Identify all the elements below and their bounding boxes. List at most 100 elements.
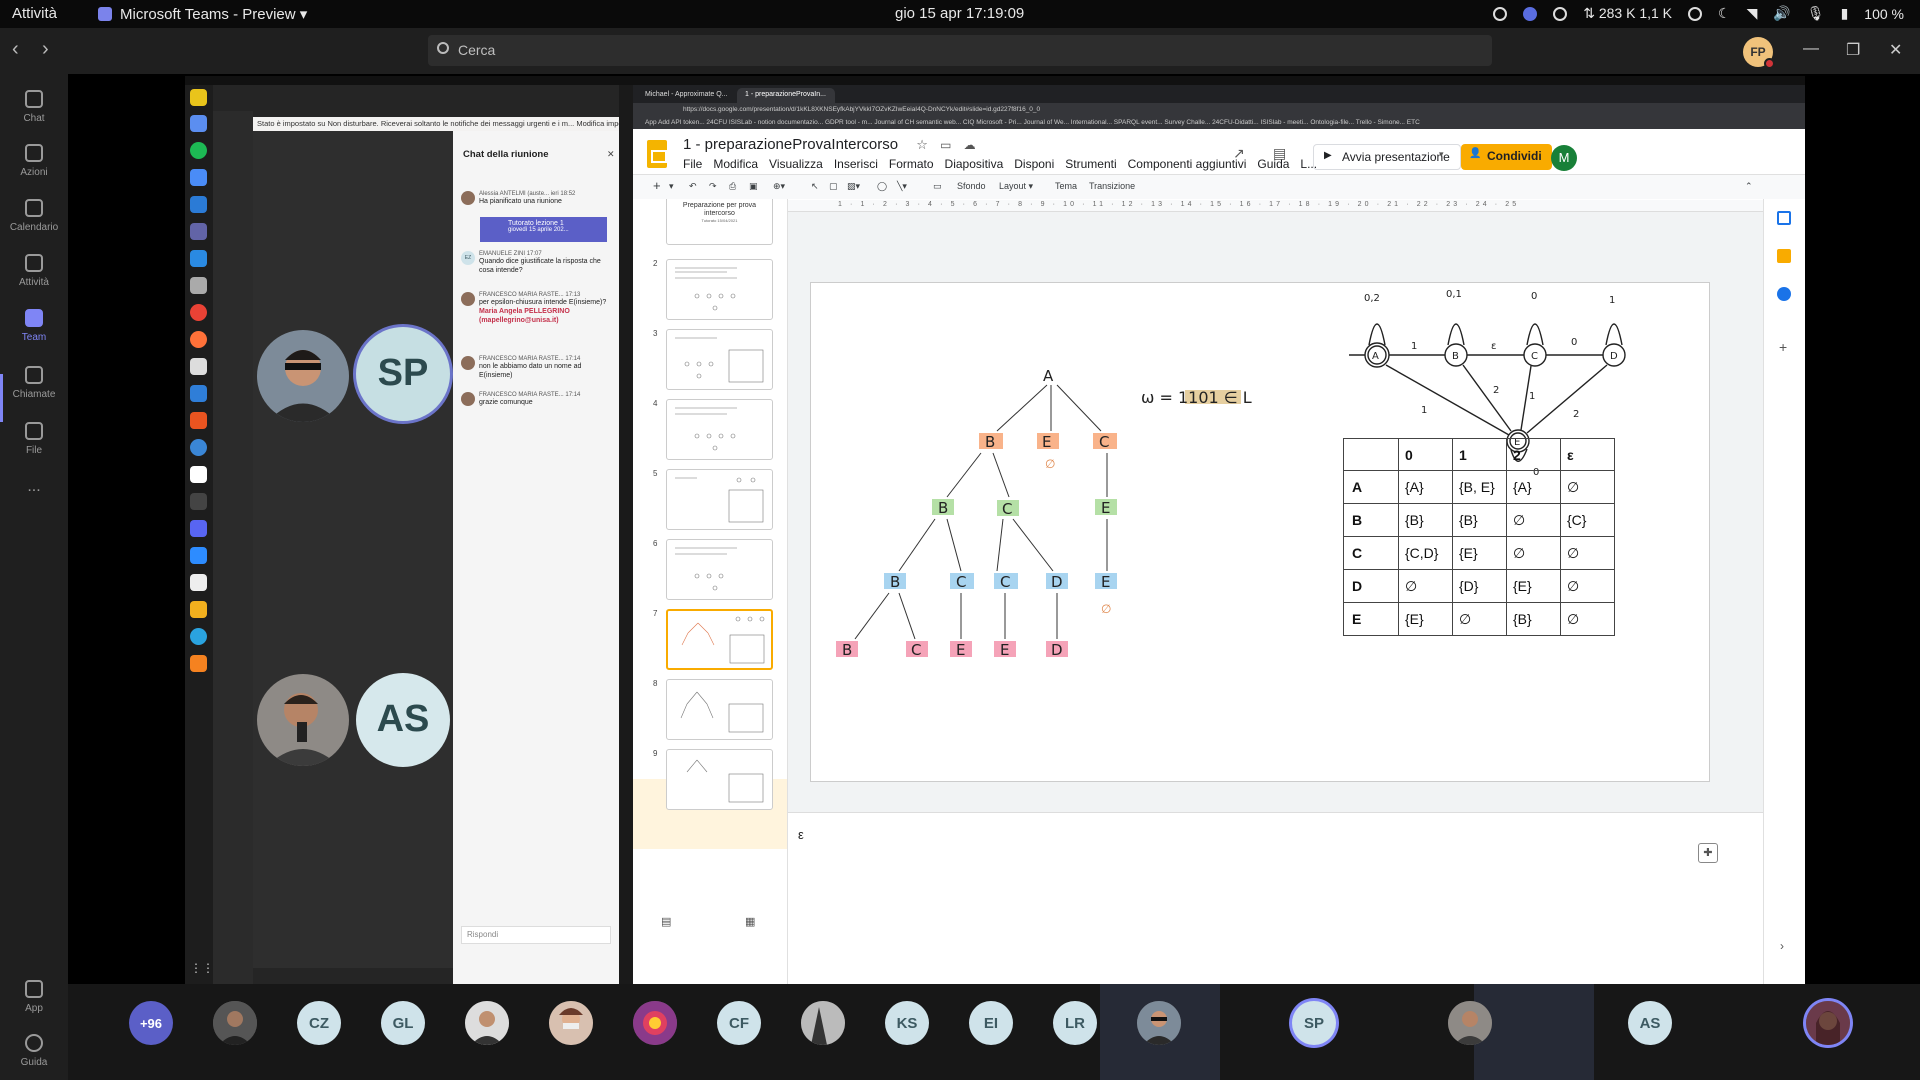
slide-thumbnail[interactable] [666,539,773,600]
layout-button[interactable]: Layout ▾ [999,181,1033,192]
participant-avatar[interactable] [633,1001,677,1045]
rail-item-help[interactable]: Guida [0,1034,68,1068]
browser-tab[interactable]: Michael - Approximate Q... [637,88,735,103]
shape-icon[interactable]: ◯ [877,181,887,192]
slide-thumbnail[interactable] [666,259,773,320]
minimize-icon[interactable]: — [1803,40,1819,58]
back-arrow-icon[interactable]: ‹ [12,38,19,61]
rail-more-button[interactable]: ... [0,478,68,496]
participant-avatar[interactable]: LR [1053,1001,1097,1045]
slide-thumbnail[interactable] [666,679,773,740]
document-title[interactable]: 1 - preparazioneProvaIntercorso ☆ ▭ ☁ [683,136,976,153]
theme-button[interactable]: Tema [1055,181,1077,191]
close-icon[interactable]: ✕ [1889,40,1902,60]
account-avatar[interactable]: M [1551,145,1577,171]
new-slide-icon[interactable]: + [653,178,661,193]
rail-item-chat[interactable]: Chat [0,90,68,124]
keep-addon-icon[interactable] [1777,249,1791,263]
mention[interactable]: Maria Angela PELLEGRINO (mapellegrino@un… [479,308,570,324]
menu-view[interactable]: Visualizza [769,157,823,171]
explore-icon[interactable]: ✚ [1698,843,1718,863]
address-bar[interactable]: https://docs.google.com/presentation/d/1… [633,103,1805,117]
filmstrip-view-icon[interactable]: ▤ [661,915,671,928]
line-icon[interactable]: ╲▾ [897,181,907,192]
participant-avatar[interactable]: CF [717,1001,761,1045]
app-menu[interactable]: Microsoft Teams - Preview ▾ [98,5,307,23]
rail-item-teams[interactable]: Team [0,309,68,343]
slide-thumbnail[interactable] [666,399,773,460]
rail-item-actions[interactable]: Azioni [0,144,68,178]
calendar-addon-icon[interactable] [1777,211,1791,225]
print-icon[interactable]: ⎙ [729,181,736,192]
transition-button[interactable]: Transizione [1089,181,1135,191]
profile-avatar[interactable]: FP [1743,37,1775,69]
participant-avatar-speaking[interactable]: SP [1292,1001,1336,1045]
expand-panel-icon[interactable]: › [1780,939,1784,953]
participant-avatar[interactable] [549,1001,593,1045]
menu-addons[interactable]: Componenti aggiuntivi [1128,157,1247,171]
comment-icon[interactable]: ▭ [933,181,942,192]
slide-thumbnail-selected[interactable] [666,609,773,670]
rail-item-calls[interactable]: Chiamate [0,366,68,400]
rail-item-apps[interactable]: App [0,980,68,1014]
maximize-icon[interactable]: ❐ [1846,40,1860,60]
activity-trend-icon[interactable]: ↗ [1233,145,1245,162]
add-addon-icon[interactable]: + [1779,339,1787,355]
tasks-addon-icon[interactable] [1777,287,1791,301]
star-icon[interactable]: ☆ [916,137,928,152]
slide-canvas[interactable]: A B E C B C E B C C D E B C E E D ∅ ∅ ω … [810,282,1710,782]
overflow-participants-count[interactable]: +96 [129,1001,173,1045]
paint-format-icon[interactable]: ▣ [749,181,758,192]
participant-avatar[interactable]: GL [381,1001,425,1045]
participant-avatar-speaking[interactable] [1806,1001,1850,1045]
collapse-toolbar-icon[interactable]: ⌃ [1745,181,1753,192]
slide-thumbnail[interactable] [666,469,773,530]
close-chat-icon[interactable]: ✕ [607,149,615,160]
reply-input[interactable]: Rispondi [461,926,611,944]
participant-avatar[interactable] [1448,1001,1492,1045]
slide-thumbnail[interactable] [666,329,773,390]
menu-format[interactable]: Formato [889,157,934,171]
participant-avatar[interactable]: AS [1628,1001,1672,1045]
participant-avatar[interactable] [801,1001,845,1045]
menu-tools[interactable]: Strumenti [1065,157,1116,171]
share-button[interactable]: Condividi [1461,144,1552,170]
slide-thumbnail[interactable] [666,749,773,810]
bookmarks-bar[interactable]: App Add API token... 24CFU ISISLab - not… [633,117,1805,129]
redo-icon[interactable]: ↷ [709,181,717,192]
folder-icon[interactable]: ▭ [940,138,951,152]
menu-edit[interactable]: Modifica [713,157,758,171]
meeting-card[interactable]: Tutorato lezione 1 giovedì 15 aprile 202… [480,217,607,242]
rail-item-calendar[interactable]: Calendario [0,199,68,233]
zoom-icon[interactable]: ⊕▾ [773,181,785,192]
menu-slide[interactable]: Diapositiva [945,157,1004,171]
menu-file[interactable]: File [683,157,702,171]
search-input[interactable]: Cerca [428,35,1492,66]
participant-avatar[interactable] [465,1001,509,1045]
comments-icon[interactable]: ▤ [1273,145,1286,162]
textbox-icon[interactable]: ▢ [829,181,838,192]
activities-button[interactable]: Attività [12,5,57,22]
select-icon[interactable]: ↖ [811,181,819,192]
menu-arrange[interactable]: Disponi [1014,157,1054,171]
participant-avatar[interactable]: CZ [297,1001,341,1045]
background-button[interactable]: Sfondo [957,181,986,191]
slides-logo-icon[interactable] [647,140,667,168]
menu-insert[interactable]: Inserisci [834,157,878,171]
clock[interactable]: gio 15 apr 17:19:09 [895,5,1024,22]
participant-avatar[interactable] [1137,1001,1181,1045]
participant-avatar[interactable] [213,1001,257,1045]
rail-item-activity[interactable]: Attività [0,254,68,288]
participant-avatar[interactable]: EI [969,1001,1013,1045]
rail-item-files[interactable]: File [0,422,68,456]
forward-arrow-icon[interactable]: › [42,38,49,61]
slide-thumbnail[interactable]: Preparazione per prova intercorso Tutora… [666,199,773,245]
undo-icon[interactable]: ↶ [689,181,697,192]
image-icon[interactable]: ▨▾ [847,181,860,192]
participant-avatar[interactable]: KS [885,1001,929,1045]
browser-tab-active[interactable]: 1 - preparazioneProvaIn... [737,88,835,103]
new-slide-dropdown-icon[interactable]: ▾ [669,181,674,192]
grid-view-icon[interactable]: ▦ [745,915,755,928]
speaker-notes[interactable]: ε ✚ [788,812,1763,984]
present-dropdown-icon[interactable]: ▾ [1439,149,1444,160]
